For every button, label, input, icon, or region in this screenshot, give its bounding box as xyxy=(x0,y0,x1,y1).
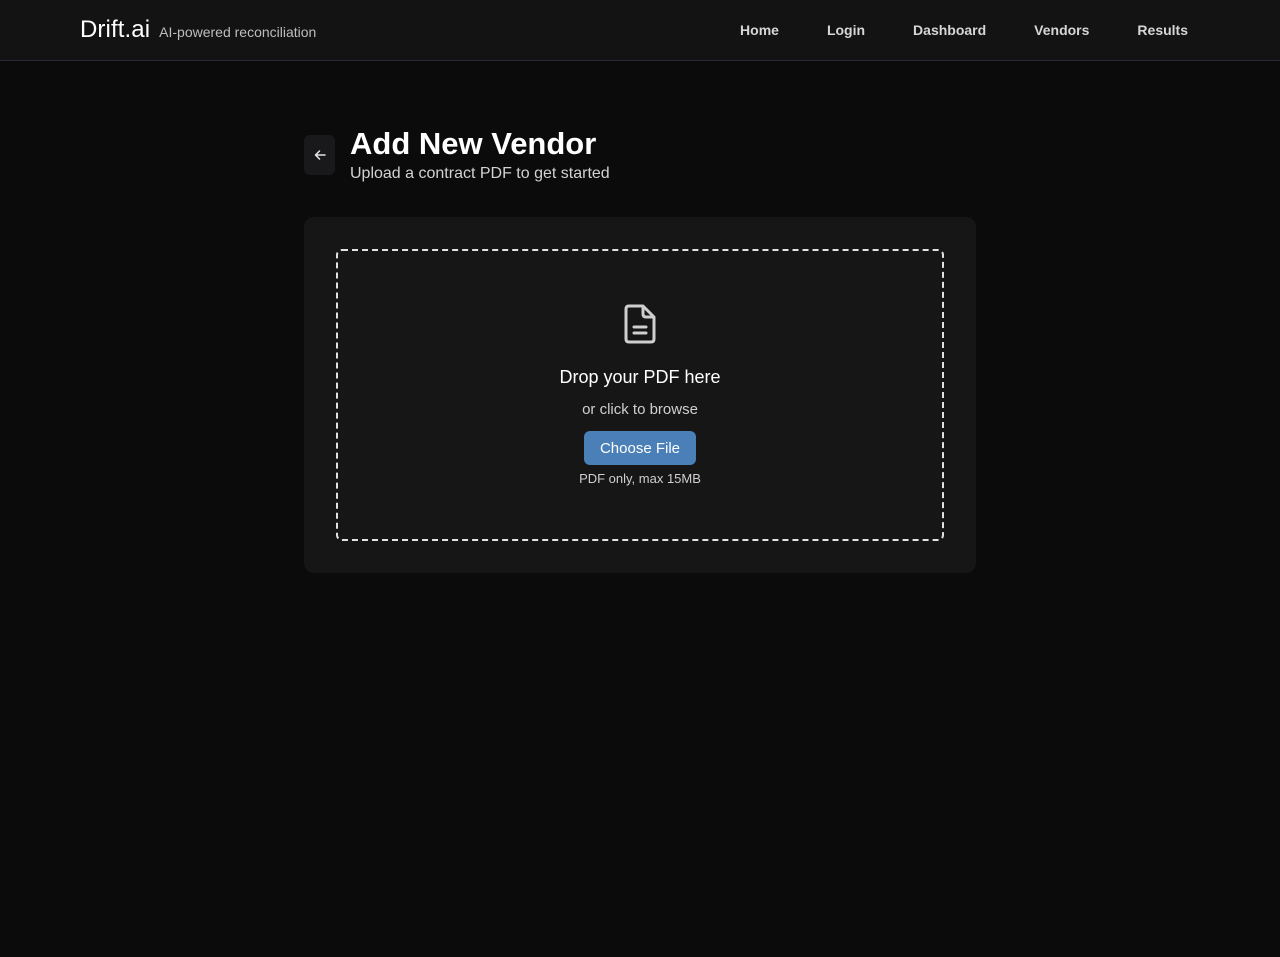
brand: Drift.ai AI-powered reconciliation xyxy=(80,16,316,44)
pdf-dropzone[interactable]: Drop your PDF here or click to browse Ch… xyxy=(336,249,944,541)
page-subtitle: Upload a contract PDF to get started xyxy=(350,165,610,182)
upload-card: Drop your PDF here or click to browse Ch… xyxy=(304,217,976,573)
dropzone-subtitle: or click to browse xyxy=(582,401,698,418)
nav-link-dashboard[interactable]: Dashboard xyxy=(913,22,986,38)
main-nav: Home Login Dashboard Vendors Results xyxy=(692,0,1188,60)
arrow-left-icon xyxy=(314,150,326,160)
file-requirements-hint: PDF only, max 15MB xyxy=(579,471,701,486)
document-icon xyxy=(624,304,656,344)
brand-tagline: AI-powered reconciliation xyxy=(159,24,317,40)
nav-link-home[interactable]: Home xyxy=(740,22,779,38)
choose-file-button[interactable]: Choose File xyxy=(583,431,697,465)
page-title: Add New Vendor xyxy=(350,126,597,161)
top-navbar: Drift.ai AI-powered reconciliation Home … xyxy=(0,0,1280,61)
dropzone-title: Drop your PDF here xyxy=(559,367,721,387)
nav-link-vendors[interactable]: Vendors xyxy=(1034,22,1089,38)
nav-link-results[interactable]: Results xyxy=(1137,22,1188,38)
nav-link-login[interactable]: Login xyxy=(827,22,865,38)
page-header: Add New Vendor Upload a contract PDF to … xyxy=(304,126,976,186)
back-button[interactable] xyxy=(304,135,335,175)
brand-logo-text[interactable]: Drift.ai xyxy=(80,16,150,44)
